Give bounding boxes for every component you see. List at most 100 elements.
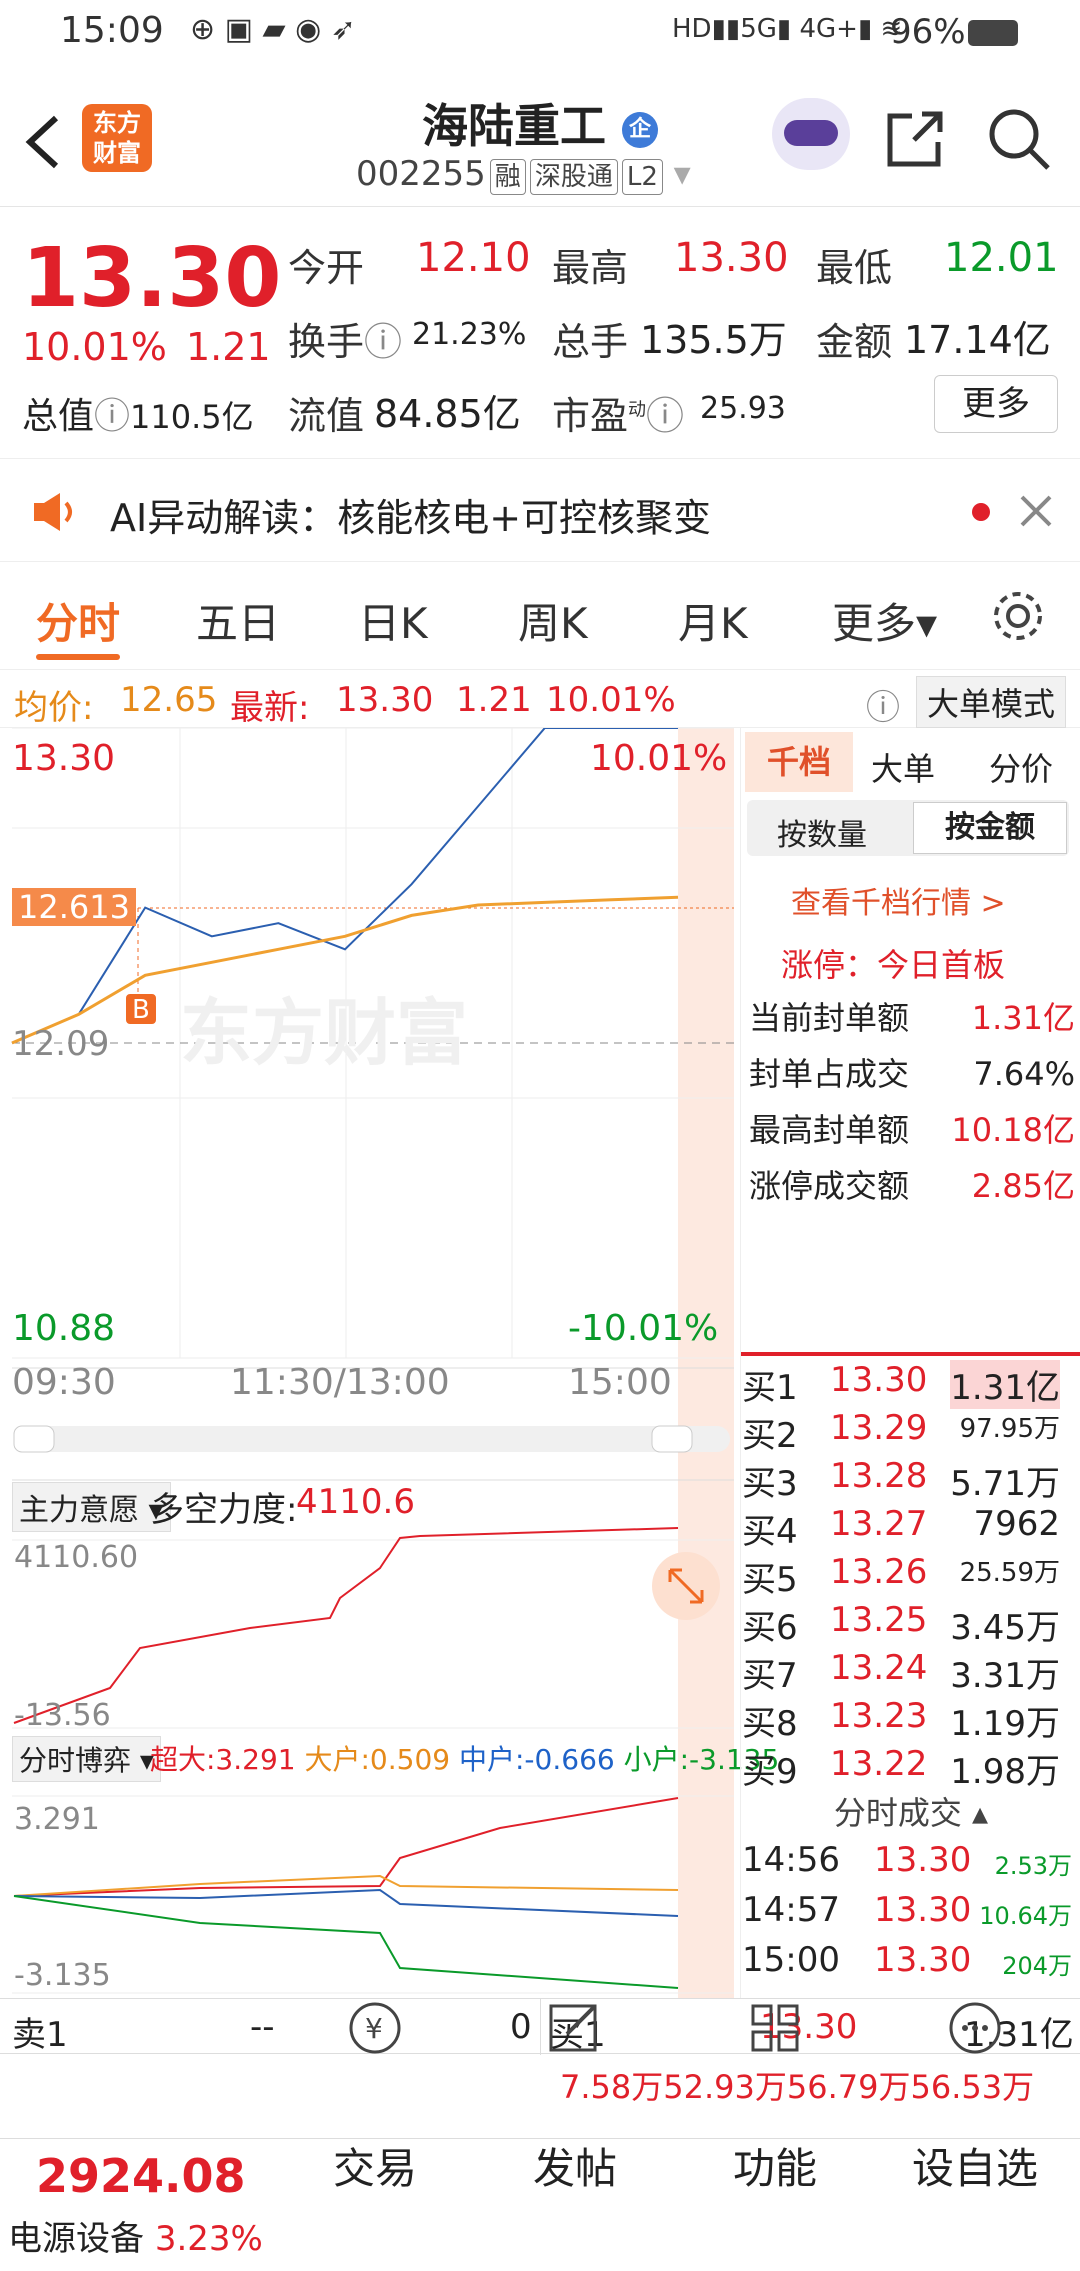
avg-value: 12.65 [120,680,218,720]
robot-assistant-icon[interactable] [772,98,850,170]
more-button[interactable]: 更多 [934,375,1058,433]
search-icon[interactable] [986,106,1052,172]
order-book-row: 买5 13.26 25.59万 [742,1552,1060,1600]
y-min-pct-label: -10.01% [568,1308,719,1349]
low-label: 最低 [816,246,893,290]
tab-indicator [36,654,120,660]
dropdown-icon: ▾ [673,154,691,194]
float-value: 84.85亿 [374,392,521,436]
stat-row: 最高封单额 10.18亿 [749,1111,1075,1149]
range-handle-left [13,1425,55,1453]
nav-post[interactable] [500,2000,650,2066]
order-book-row: 买1 13.30 1.31亿 [742,1360,1060,1409]
latest-value: 13.30 [336,680,434,720]
sell1-price: -- [250,2007,275,2047]
change-percent: 10.01% [22,325,167,369]
limit-stats: 当前封单额 1.31亿 封单占成交 7.64% 最高封单额 10.18亿 涨停成交额 2… [749,990,1075,1214]
big-order-mode-button[interactable]: 大单模式 [916,676,1067,728]
tab-monthly-k[interactable]: 月K [678,590,748,651]
open-label: 今开 [288,246,365,290]
stat-row: 涨停成交额 2.85亿 [749,1167,1075,1205]
depth-toggle: 按数量 按金额 [747,800,1069,856]
nav-watchlist-label[interactable]: 设自选 [900,2135,1050,2196]
indicator2-max: 3.291 [14,1802,100,1837]
signal-icon: HD▮▮5G▮ 4G+▮ ≋ [672,14,903,44]
tab-big-order[interactable]: 大单 [871,744,935,790]
edit-icon [549,2004,597,2052]
enterprise-badge: 企 [622,111,658,148]
y-min-label: 10.88 [12,1308,116,1349]
by-quantity[interactable]: 按数量 [777,810,867,854]
unread-dot [972,503,990,521]
y-max-label: 13.30 [12,738,116,779]
battery-level: 96% [890,12,966,52]
tab-5day[interactable]: 五日 [196,590,280,651]
settings-gear-icon[interactable] [990,588,1046,644]
nav-post-label[interactable]: 发帖 [500,2135,650,2196]
header: 东方 财富 海陆重工 企 002255 融深股通 L2 ▾ [0,62,1080,207]
nav-functions-label[interactable]: 功能 [700,2135,850,2196]
order-book-row: 买8 13.23 1.19万 [742,1696,1060,1744]
stat-row: 封单占成交 7.64% [749,1055,1075,1093]
tab-price-dist[interactable]: 分价 [989,744,1053,790]
tick-panel: 分时成交 ▴ 14:56 13.30 2.53万 14:57 13.30 10.64万 15… [742,1788,1080,1998]
share-icon[interactable] [884,108,946,170]
market-cap: 总值ⓘ110.5亿 [22,396,254,437]
chart-area: 东方财富 B 13.30 10.01% 12.613 12.09 10.88 -… [0,728,1080,1998]
more-dots-icon [949,2002,1001,2054]
info-icon: ⓘ [94,396,131,437]
tick-row: 14:57 13.30 10.64万 [742,1890,1072,1930]
indicator2-min: -3.135 [14,1958,111,1993]
cursor-price-label: 12.613 [12,888,136,926]
depth-link[interactable]: 查看千档行情 > [791,878,1006,922]
tab-daily-k[interactable]: 日K [358,590,428,651]
nav-watchlist[interactable] [900,2000,1050,2066]
tab-weekly-k[interactable]: 周K [518,590,588,651]
index-name[interactable]: 电源设备 3.23% [8,2211,263,2260]
nav-trade[interactable]: ¥ [300,2000,450,2066]
tick-title: 分时成交 ▴ [833,1794,989,1832]
indicator1-max: 4110.60 [14,1540,139,1575]
tab-intraday[interactable]: 分时 [36,590,120,651]
ai-banner[interactable]: AI异动解读：核能核电+可控核聚变 [0,458,1080,562]
index-value[interactable]: 2924.08 [36,2149,246,2203]
chart-tabs: 分时 五日 日K 周K 月K 更多▾ [0,562,1080,670]
indicator2-select[interactable]: 分时博弈 ▾ [12,1736,161,1782]
indicator1-select[interactable]: 主力意愿 ▾ [12,1482,171,1532]
notification-icons: ⊕ ▣ ▰ ◉ ➶ [190,12,357,47]
indicator1-value: 4110.6 [296,1482,415,1522]
last-price: 13.30 [22,231,282,326]
medium-line [13,1888,679,1917]
volume-label: 总手 [552,320,629,364]
y-max-pct-label: 10.01% [590,738,728,779]
float-label: 流值 [288,394,365,438]
indicator2-legend: 超大:3.291 大户:0.509 中户:-0.666 小户:-3.135 [150,1743,780,1776]
yen-icon: ¥ [349,2002,401,2054]
high-value: 13.30 [674,235,789,281]
right-tabs: 千档 大单 分价 [745,732,1077,792]
close-icon[interactable] [1018,493,1054,529]
order-book-row: 买9 13.22 1.98万 [742,1744,1060,1792]
indicator1-min: -13.56 [14,1698,111,1733]
tab-depth[interactable]: 千档 [745,732,853,792]
speaker-icon [34,493,72,531]
nav-trade-label[interactable]: 交易 [300,2135,450,2196]
battery-icon [968,20,1018,46]
closing-auction-shade [678,728,734,1998]
tick-row: 14:56 13.30 2.53万 [742,1840,1072,1880]
indicator1-label: 多空力度: [150,1490,298,1530]
volume-value: 135.5万 [640,318,787,362]
nav-functions[interactable] [700,2000,850,2066]
queue-row: 7.58万52.93万56.79万56.53万 [560,2068,1035,2106]
ai-text: AI异动解读：核能核电+可控核聚变 [110,496,712,540]
time-end: 15:00 [568,1362,672,1403]
small-line [13,1895,679,1989]
price-info-row: 均价: 12.65 最新: 13.30 1.21 10.01% ⓘ 大单模式 [0,672,1080,728]
buy-marker-text: B [132,995,150,1025]
order-book-row: 买2 13.29 97.95万 [742,1408,1060,1456]
by-amount[interactable]: 按金额 [913,802,1067,854]
pe-label: 市盈动ⓘ [552,394,685,438]
order-book-row: 买3 13.28 5.71万 [742,1456,1060,1504]
grid-icon [751,2004,799,2052]
tab-more[interactable]: 更多▾ [832,590,937,651]
